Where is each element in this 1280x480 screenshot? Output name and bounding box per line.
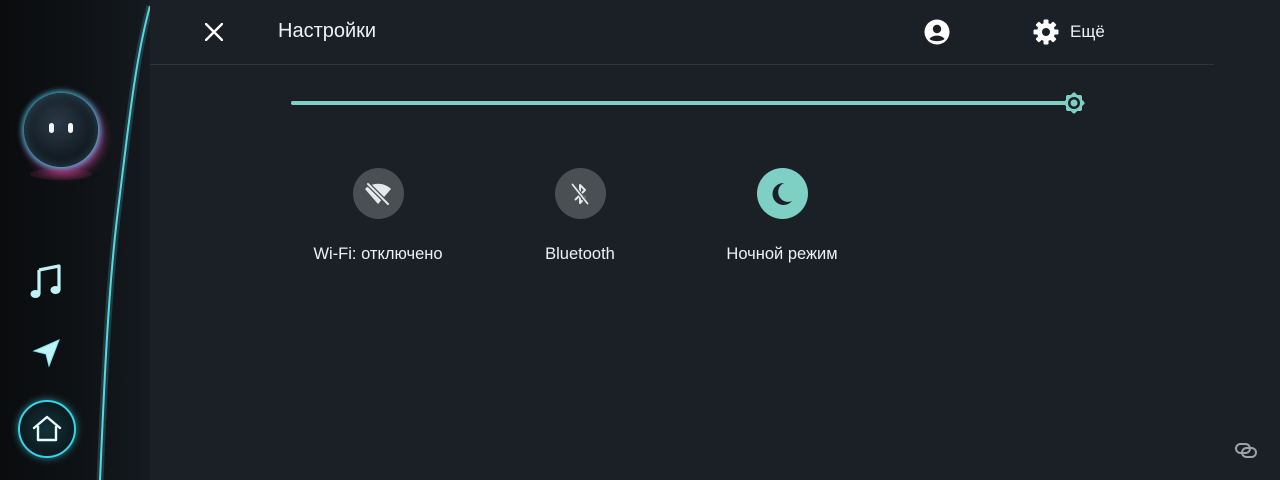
home-icon bbox=[32, 415, 62, 442]
tile-bluetooth-label: Bluetooth bbox=[545, 245, 615, 263]
side-rail bbox=[0, 0, 150, 480]
more-settings-button[interactable]: Ещё bbox=[1032, 16, 1105, 48]
close-icon bbox=[205, 23, 223, 41]
wifi-off-icon bbox=[364, 180, 392, 207]
assistant-eye-left bbox=[49, 123, 54, 133]
settings-header: Настройки Ещё bbox=[150, 0, 1214, 65]
night-mode-toggle[interactable] bbox=[756, 168, 808, 219]
page-title: Настройки bbox=[278, 20, 377, 42]
music-note-icon bbox=[30, 264, 61, 298]
navigation-button[interactable] bbox=[20, 327, 72, 379]
brightness-slider[interactable] bbox=[291, 88, 1091, 118]
tile-bluetooth[interactable]: Bluetooth bbox=[480, 168, 680, 268]
bluetooth-disabled-icon bbox=[570, 182, 590, 205]
tile-wifi-label: Wi-Fi: отключено bbox=[313, 245, 443, 263]
tile-night-mode[interactable]: Ночной режим bbox=[682, 168, 882, 268]
settings-screen: Настройки Ещё Wi-Fi: отключено Bluetooth… bbox=[0, 0, 1280, 480]
more-label: Ещё bbox=[1070, 22, 1105, 41]
navigation-arrow-icon bbox=[32, 339, 60, 368]
wifi-toggle[interactable] bbox=[352, 168, 404, 219]
account-button[interactable] bbox=[922, 17, 952, 47]
assistant-glow bbox=[30, 168, 92, 180]
home-button[interactable] bbox=[18, 400, 76, 458]
brightness-track bbox=[291, 101, 1072, 105]
link-icon[interactable] bbox=[1234, 438, 1258, 462]
close-button[interactable] bbox=[200, 18, 228, 46]
tile-wifi[interactable]: Wi-Fi: отключено bbox=[278, 168, 478, 268]
account-icon bbox=[924, 19, 950, 45]
assistant-eye-right bbox=[68, 123, 73, 133]
music-button[interactable] bbox=[20, 256, 72, 308]
rail-glow-line bbox=[96, 5, 150, 480]
brightness-icon[interactable] bbox=[1061, 90, 1087, 116]
night-mode-icon bbox=[772, 182, 792, 205]
assistant-button[interactable] bbox=[24, 93, 98, 167]
bluetooth-toggle[interactable] bbox=[554, 168, 606, 219]
tile-night-mode-label: Ночной режим bbox=[726, 245, 838, 263]
gear-icon bbox=[1033, 19, 1059, 45]
